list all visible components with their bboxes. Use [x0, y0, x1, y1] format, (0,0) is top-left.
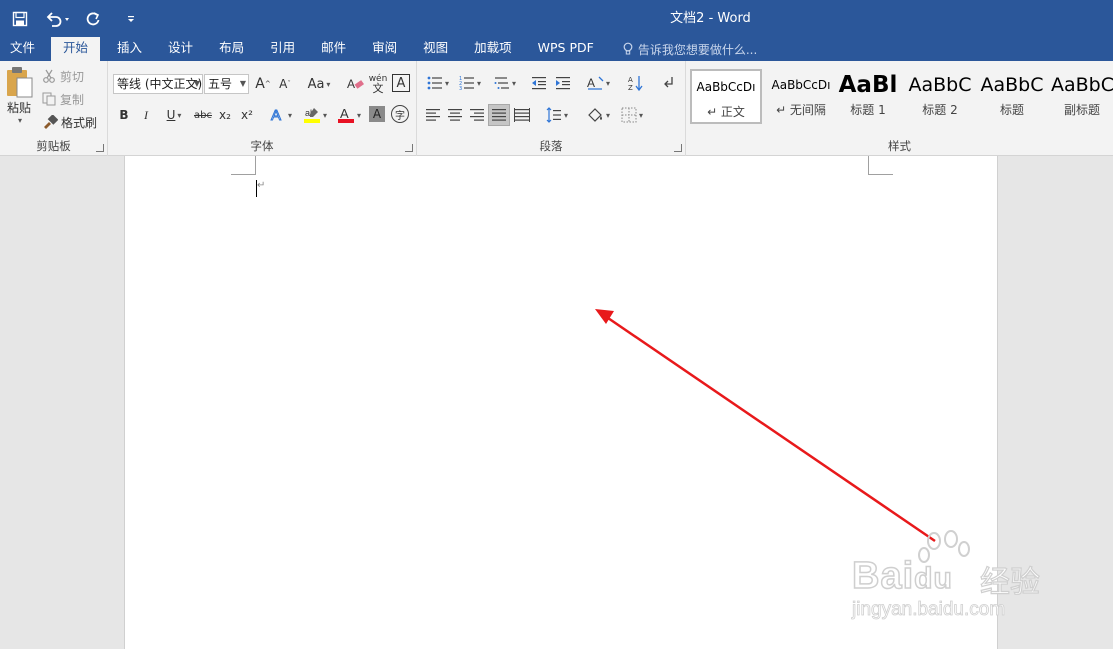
- baidu-watermark: Baidu 经验 jingyan.baidu.com: [840, 525, 1070, 625]
- watermark-brand2: du: [913, 561, 953, 596]
- watermark-suffix: 经验: [979, 564, 1040, 600]
- watermark-url: jingyan.baidu.com: [852, 599, 1006, 621]
- watermark-brand: Bai: [851, 554, 915, 598]
